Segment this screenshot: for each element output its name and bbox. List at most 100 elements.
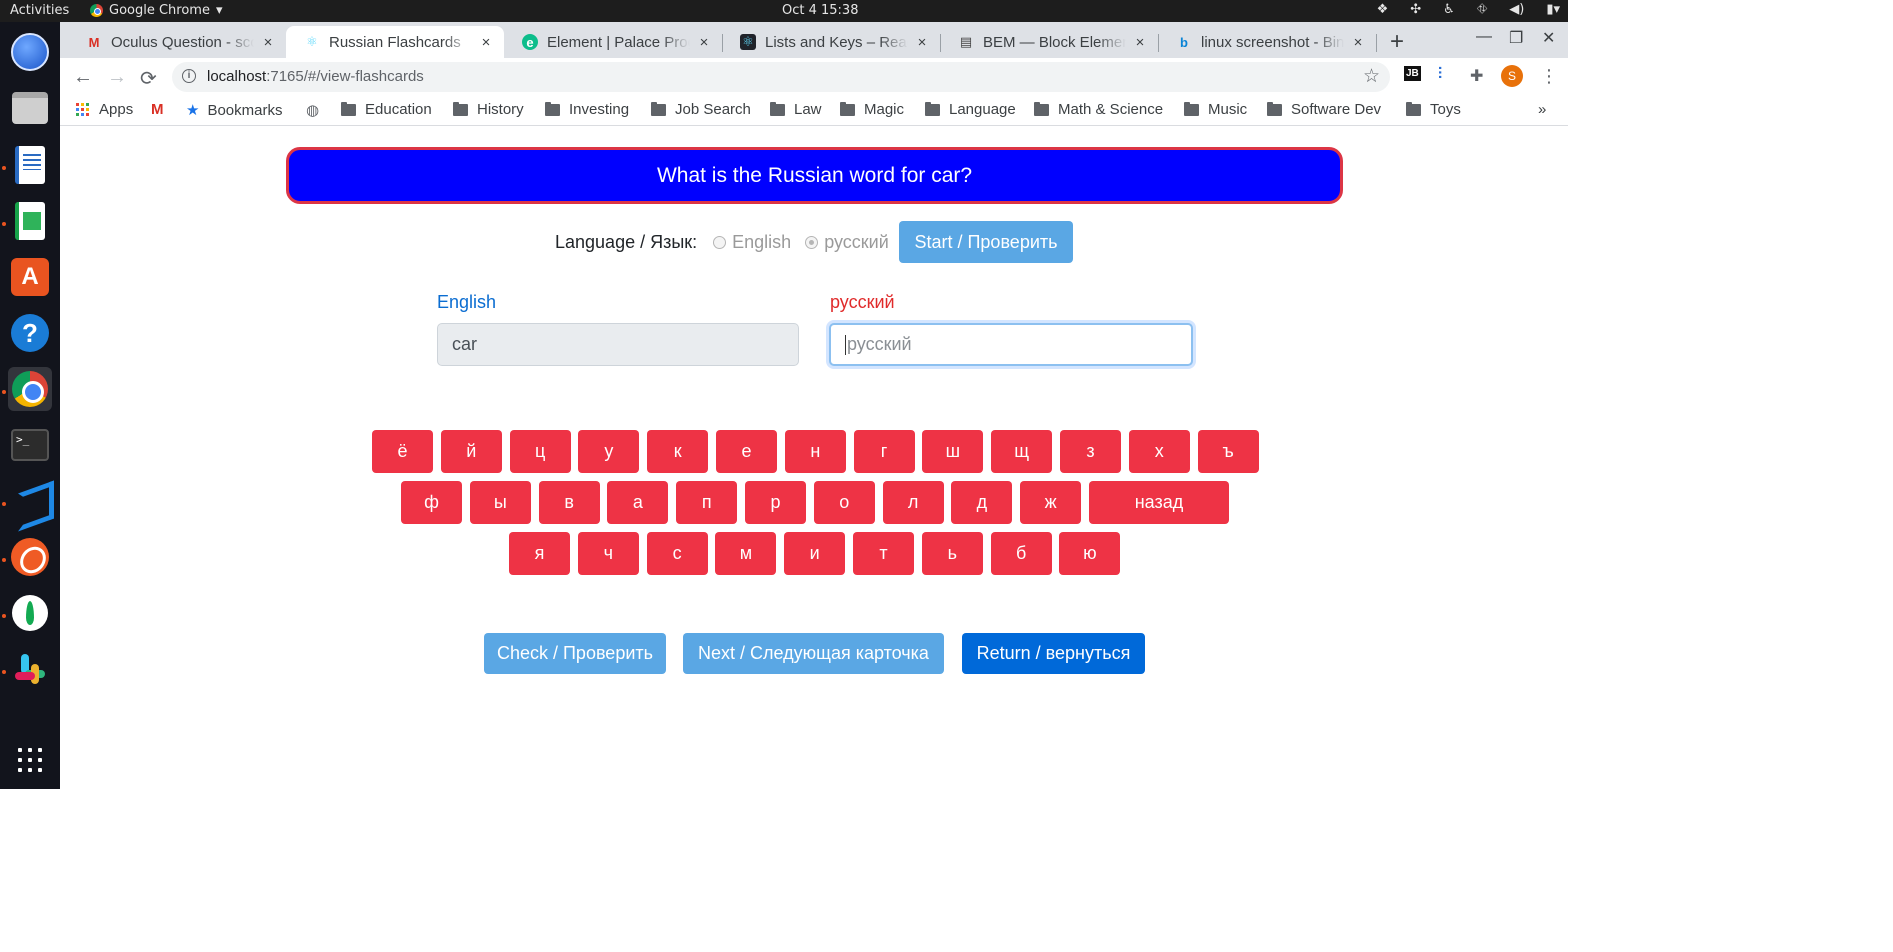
dock-slack[interactable] [8,647,52,691]
tab-bem[interactable]: ▤ BEM — Block Elemen × [940,26,1158,58]
bookmark-apps[interactable]: Apps [76,101,133,118]
dock-software[interactable]: A [8,255,52,299]
jetbrains-extension-icon[interactable]: JB [1404,66,1421,81]
key[interactable]: у [578,430,640,473]
show-applications-button[interactable] [8,738,52,782]
key[interactable]: м [715,532,777,575]
bookmark-magic[interactable]: Magic [840,101,904,118]
tab-element[interactable]: e Element | Palace Prog × [504,26,722,58]
bookmark-star-icon[interactable]: ☆ [1363,65,1380,88]
key[interactable]: ё [372,430,433,473]
network-icon[interactable]: ⛗ [1477,2,1487,17]
dock-mongodb[interactable] [8,591,52,635]
tab-linux-screenshot[interactable]: b linux screenshot - Bin × [1158,26,1376,58]
bookmark-music[interactable]: Music [1184,101,1247,118]
key[interactable]: р [745,481,806,524]
restore-button[interactable]: ❐ [1509,28,1523,48]
key[interactable]: б [990,532,1052,575]
dock-postman[interactable] [8,535,52,579]
slack-tray-icon[interactable]: ✣ [1410,2,1421,17]
close-icon[interactable]: × [696,34,712,51]
key[interactable]: т [853,532,914,575]
dock-calc[interactable] [8,199,52,243]
bookmark-globe[interactable]: ◍ [306,101,319,119]
close-window-button[interactable]: ✕ [1542,28,1555,48]
volume-icon[interactable]: ◀) [1509,2,1524,17]
profile-avatar[interactable]: S [1501,65,1523,87]
close-icon[interactable]: × [1132,34,1148,51]
bookmark-gmail[interactable]: M [151,101,164,118]
key[interactable]: н [784,430,846,473]
key[interactable]: ц [509,430,571,473]
key[interactable]: ф [401,481,462,524]
activities-button[interactable]: Activities [10,3,69,18]
key[interactable]: ш [922,430,984,473]
forward-button[interactable]: → [107,66,127,89]
dropbox-icon[interactable]: ❖ [1377,2,1389,17]
key[interactable]: о [813,481,875,524]
clock[interactable]: Oct 4 15:38 [782,3,858,18]
key[interactable]: ъ [1197,430,1259,473]
close-icon[interactable]: × [1350,34,1366,51]
bookmark-history[interactable]: History [453,101,524,118]
key[interactable]: ж [1020,481,1082,524]
key[interactable]: а [607,481,669,524]
reload-button[interactable]: ⟳ [140,66,157,91]
address-bar[interactable]: i localhost:7165/#/view-flashcards ☆ [172,62,1390,92]
url-text[interactable]: localhost:7165/#/view-flashcards [207,68,424,85]
tab-oculus-question[interactable]: M Oculus Question - sco × [68,26,286,58]
bookmark-law[interactable]: Law [770,101,822,118]
key[interactable]: е [716,430,777,473]
key[interactable]: ю [1059,532,1121,575]
key[interactable]: ч [577,532,639,575]
bookmark-investing[interactable]: Investing [545,101,629,118]
bookmark-math-science[interactable]: Math & Science [1034,101,1163,118]
bookmark-education[interactable]: Education [341,101,432,118]
key[interactable]: и [784,532,846,575]
key[interactable]: п [676,481,738,524]
bookmark-language[interactable]: Language [925,101,1016,118]
bookmark-software-dev[interactable]: Software Dev [1267,101,1381,118]
radio-russian[interactable]: русский [805,232,889,253]
close-icon[interactable]: × [260,34,276,51]
key[interactable]: я [509,532,570,575]
minimize-button[interactable]: — [1476,28,1492,46]
dock-chrome[interactable] [8,367,52,411]
close-icon[interactable]: × [914,34,930,51]
key[interactable]: д [951,481,1013,524]
dock-help[interactable]: ? [8,311,52,355]
tab-russian-flashcards[interactable]: ⚛ Russian Flashcards × [286,26,504,58]
key[interactable]: г [853,430,915,473]
back-button[interactable]: ← [73,66,93,89]
next-card-button[interactable]: Next / Следующая карточка [683,633,944,674]
dock-terminal[interactable]: >_ [8,423,52,467]
backspace-key[interactable]: назад [1089,481,1229,524]
key[interactable]: в [538,481,600,524]
key[interactable]: щ [991,430,1053,473]
key[interactable]: ь [921,532,983,575]
key[interactable]: й [440,430,502,473]
bookmark-bookmarks[interactable]: ★ Bookmarks [186,101,282,120]
key[interactable]: ы [469,481,531,524]
key[interactable]: з [1060,430,1121,473]
dashboard-extension-icon[interactable]: ⫶ [1438,66,1442,84]
start-button[interactable]: Start / Проверить [899,221,1073,263]
key[interactable]: к [647,430,709,473]
key[interactable]: с [646,532,708,575]
accessibility-icon[interactable]: ♿ [1443,2,1455,17]
check-button[interactable]: Check / Проверить [484,633,666,674]
new-tab-button[interactable]: + [1390,28,1404,56]
radio-english[interactable]: English [713,232,791,253]
key[interactable]: х [1128,430,1190,473]
return-button[interactable]: Return / вернуться [962,633,1145,674]
bookmarks-overflow-button[interactable]: » [1538,101,1546,118]
tab-lists-and-keys[interactable]: ⚛ Lists and Keys – Reac × [722,26,940,58]
site-info-icon[interactable]: i [182,69,196,83]
system-tray[interactable]: ❖ ✣ ♿ ⛗ ◀) ▮▾ [1377,2,1560,17]
russian-input[interactable]: русский [829,323,1193,366]
dock-thunderbird[interactable] [8,30,52,74]
key[interactable]: л [882,481,944,524]
bookmark-job-search[interactable]: Job Search [651,101,751,118]
dock-writer[interactable] [8,143,52,187]
chrome-menu-icon[interactable]: ⋮ [1540,66,1558,87]
